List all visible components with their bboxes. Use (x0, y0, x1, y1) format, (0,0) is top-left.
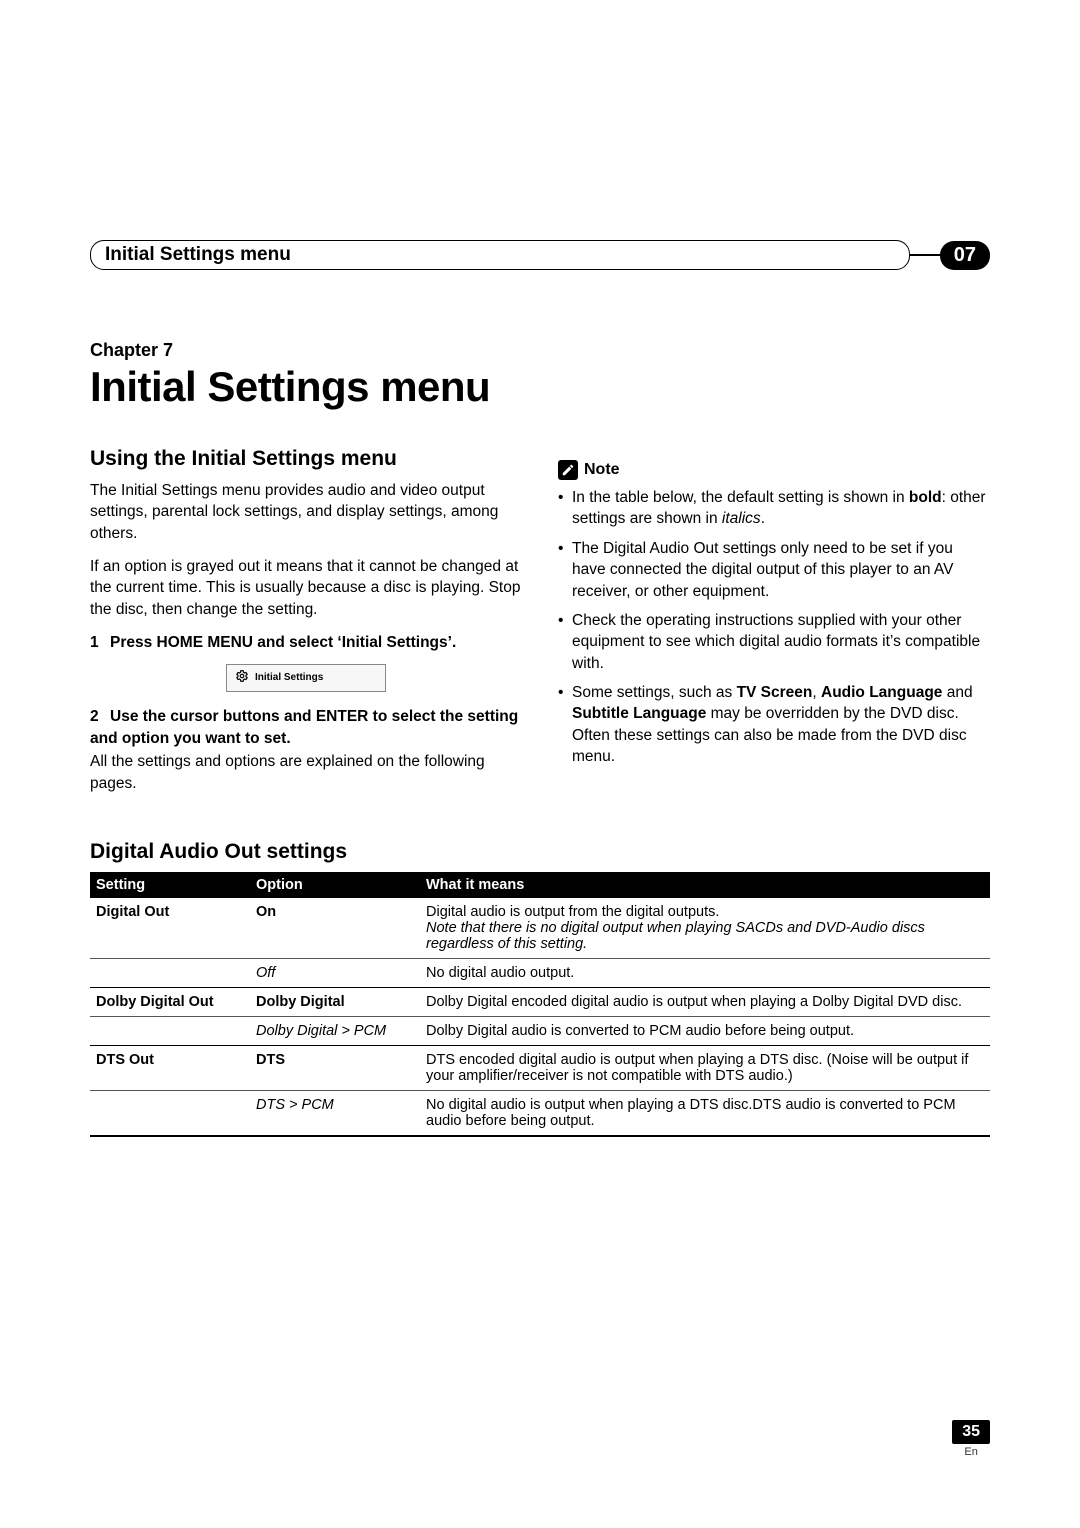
gear-icon (235, 669, 249, 688)
cell-setting (90, 1016, 250, 1045)
col-option-header: Option (250, 872, 420, 898)
table-header-row: Setting Option What it means (90, 872, 990, 898)
col-meaning-header: What it means (420, 872, 990, 898)
cell-meaning: Dolby Digital audio is converted to PCM … (420, 1016, 990, 1045)
step-2-text: Use the cursor buttons and ENTER to sele… (90, 708, 518, 746)
cell-option: Dolby Digital > PCM (250, 1016, 420, 1045)
chapter-label: Chapter 7 (90, 340, 990, 361)
right-column: Note In the table below, the default set… (558, 445, 990, 806)
table-heading: Digital Audio Out settings (90, 840, 990, 864)
cell-setting: Digital Out (90, 898, 250, 959)
header-title: Initial Settings menu (105, 244, 291, 265)
cell-option: On (250, 898, 420, 959)
page-number: 35 (952, 1420, 990, 1444)
step-1-text: Press HOME MENU and select ‘Initial Sett… (110, 634, 456, 651)
cell-setting: DTS Out (90, 1045, 250, 1090)
cell-meaning: No digital audio output. (420, 958, 990, 987)
note-item-1: In the table below, the default setting … (558, 487, 990, 530)
step-1: 1Press HOME MENU and select ‘Initial Set… (90, 632, 522, 653)
left-column: Using the Initial Settings menu The Init… (90, 445, 522, 806)
table-row: Dolby Digital OutDolby DigitalDolby Digi… (90, 987, 990, 1016)
intro-paragraph-2: If an option is grayed out it means that… (90, 556, 522, 620)
note-heading: Note (558, 459, 990, 481)
cell-setting: Dolby Digital Out (90, 987, 250, 1016)
body-columns: Using the Initial Settings menu The Init… (90, 445, 990, 806)
step-2-number: 2 (90, 706, 110, 727)
table-row: DTS OutDTSDTS encoded digital audio is o… (90, 1045, 990, 1090)
header-connector (910, 254, 940, 256)
pencil-icon (558, 460, 578, 480)
page-language: En (952, 1446, 990, 1458)
cell-option: Off (250, 958, 420, 987)
table-row: Digital OutOnDigital audio is output fro… (90, 898, 990, 959)
cell-meaning: Digital audio is output from the digital… (420, 898, 990, 959)
note-item-2: The Digital Audio Out settings only need… (558, 538, 990, 602)
intro-paragraph-1: The Initial Settings menu provides audio… (90, 480, 522, 544)
cell-option: DTS > PCM (250, 1090, 420, 1136)
note-label: Note (584, 459, 620, 481)
menu-item-label: Initial Settings (255, 671, 323, 685)
col-setting-header: Setting (90, 872, 250, 898)
followup-paragraph: All the settings and options are explain… (90, 751, 522, 794)
note-item-4: Some settings, such as TV Screen, Audio … (558, 682, 990, 768)
note-list: In the table below, the default setting … (558, 487, 990, 768)
step-1-number: 1 (90, 632, 110, 653)
cell-setting (90, 958, 250, 987)
cell-meaning: Dolby Digital encoded digital audio is o… (420, 987, 990, 1016)
table-row: DTS > PCMNo digital audio is output when… (90, 1090, 990, 1136)
digital-audio-out-table: Setting Option What it means Digital Out… (90, 872, 990, 1137)
chapter-number: 07 (954, 244, 976, 266)
chapter-number-badge: 07 (940, 241, 990, 270)
chapter-title: Initial Settings menu (90, 363, 990, 411)
table-row: OffNo digital audio output. (90, 958, 990, 987)
using-heading: Using the Initial Settings menu (90, 445, 522, 474)
cell-option: Dolby Digital (250, 987, 420, 1016)
cell-setting (90, 1090, 250, 1136)
table-row: Dolby Digital > PCMDolby Digital audio i… (90, 1016, 990, 1045)
step-2: 2Use the cursor buttons and ENTER to sel… (90, 706, 522, 749)
page-footer: 35 En (952, 1420, 990, 1458)
note-item-3: Check the operating instructions supplie… (558, 610, 990, 674)
initial-settings-menu-item: Initial Settings (226, 664, 386, 693)
cell-meaning: DTS encoded digital audio is output when… (420, 1045, 990, 1090)
cell-meaning: No digital audio is output when playing … (420, 1090, 990, 1136)
chapter-header: Initial Settings menu 07 (90, 240, 990, 270)
header-title-pill: Initial Settings menu (90, 240, 910, 270)
cell-option: DTS (250, 1045, 420, 1090)
